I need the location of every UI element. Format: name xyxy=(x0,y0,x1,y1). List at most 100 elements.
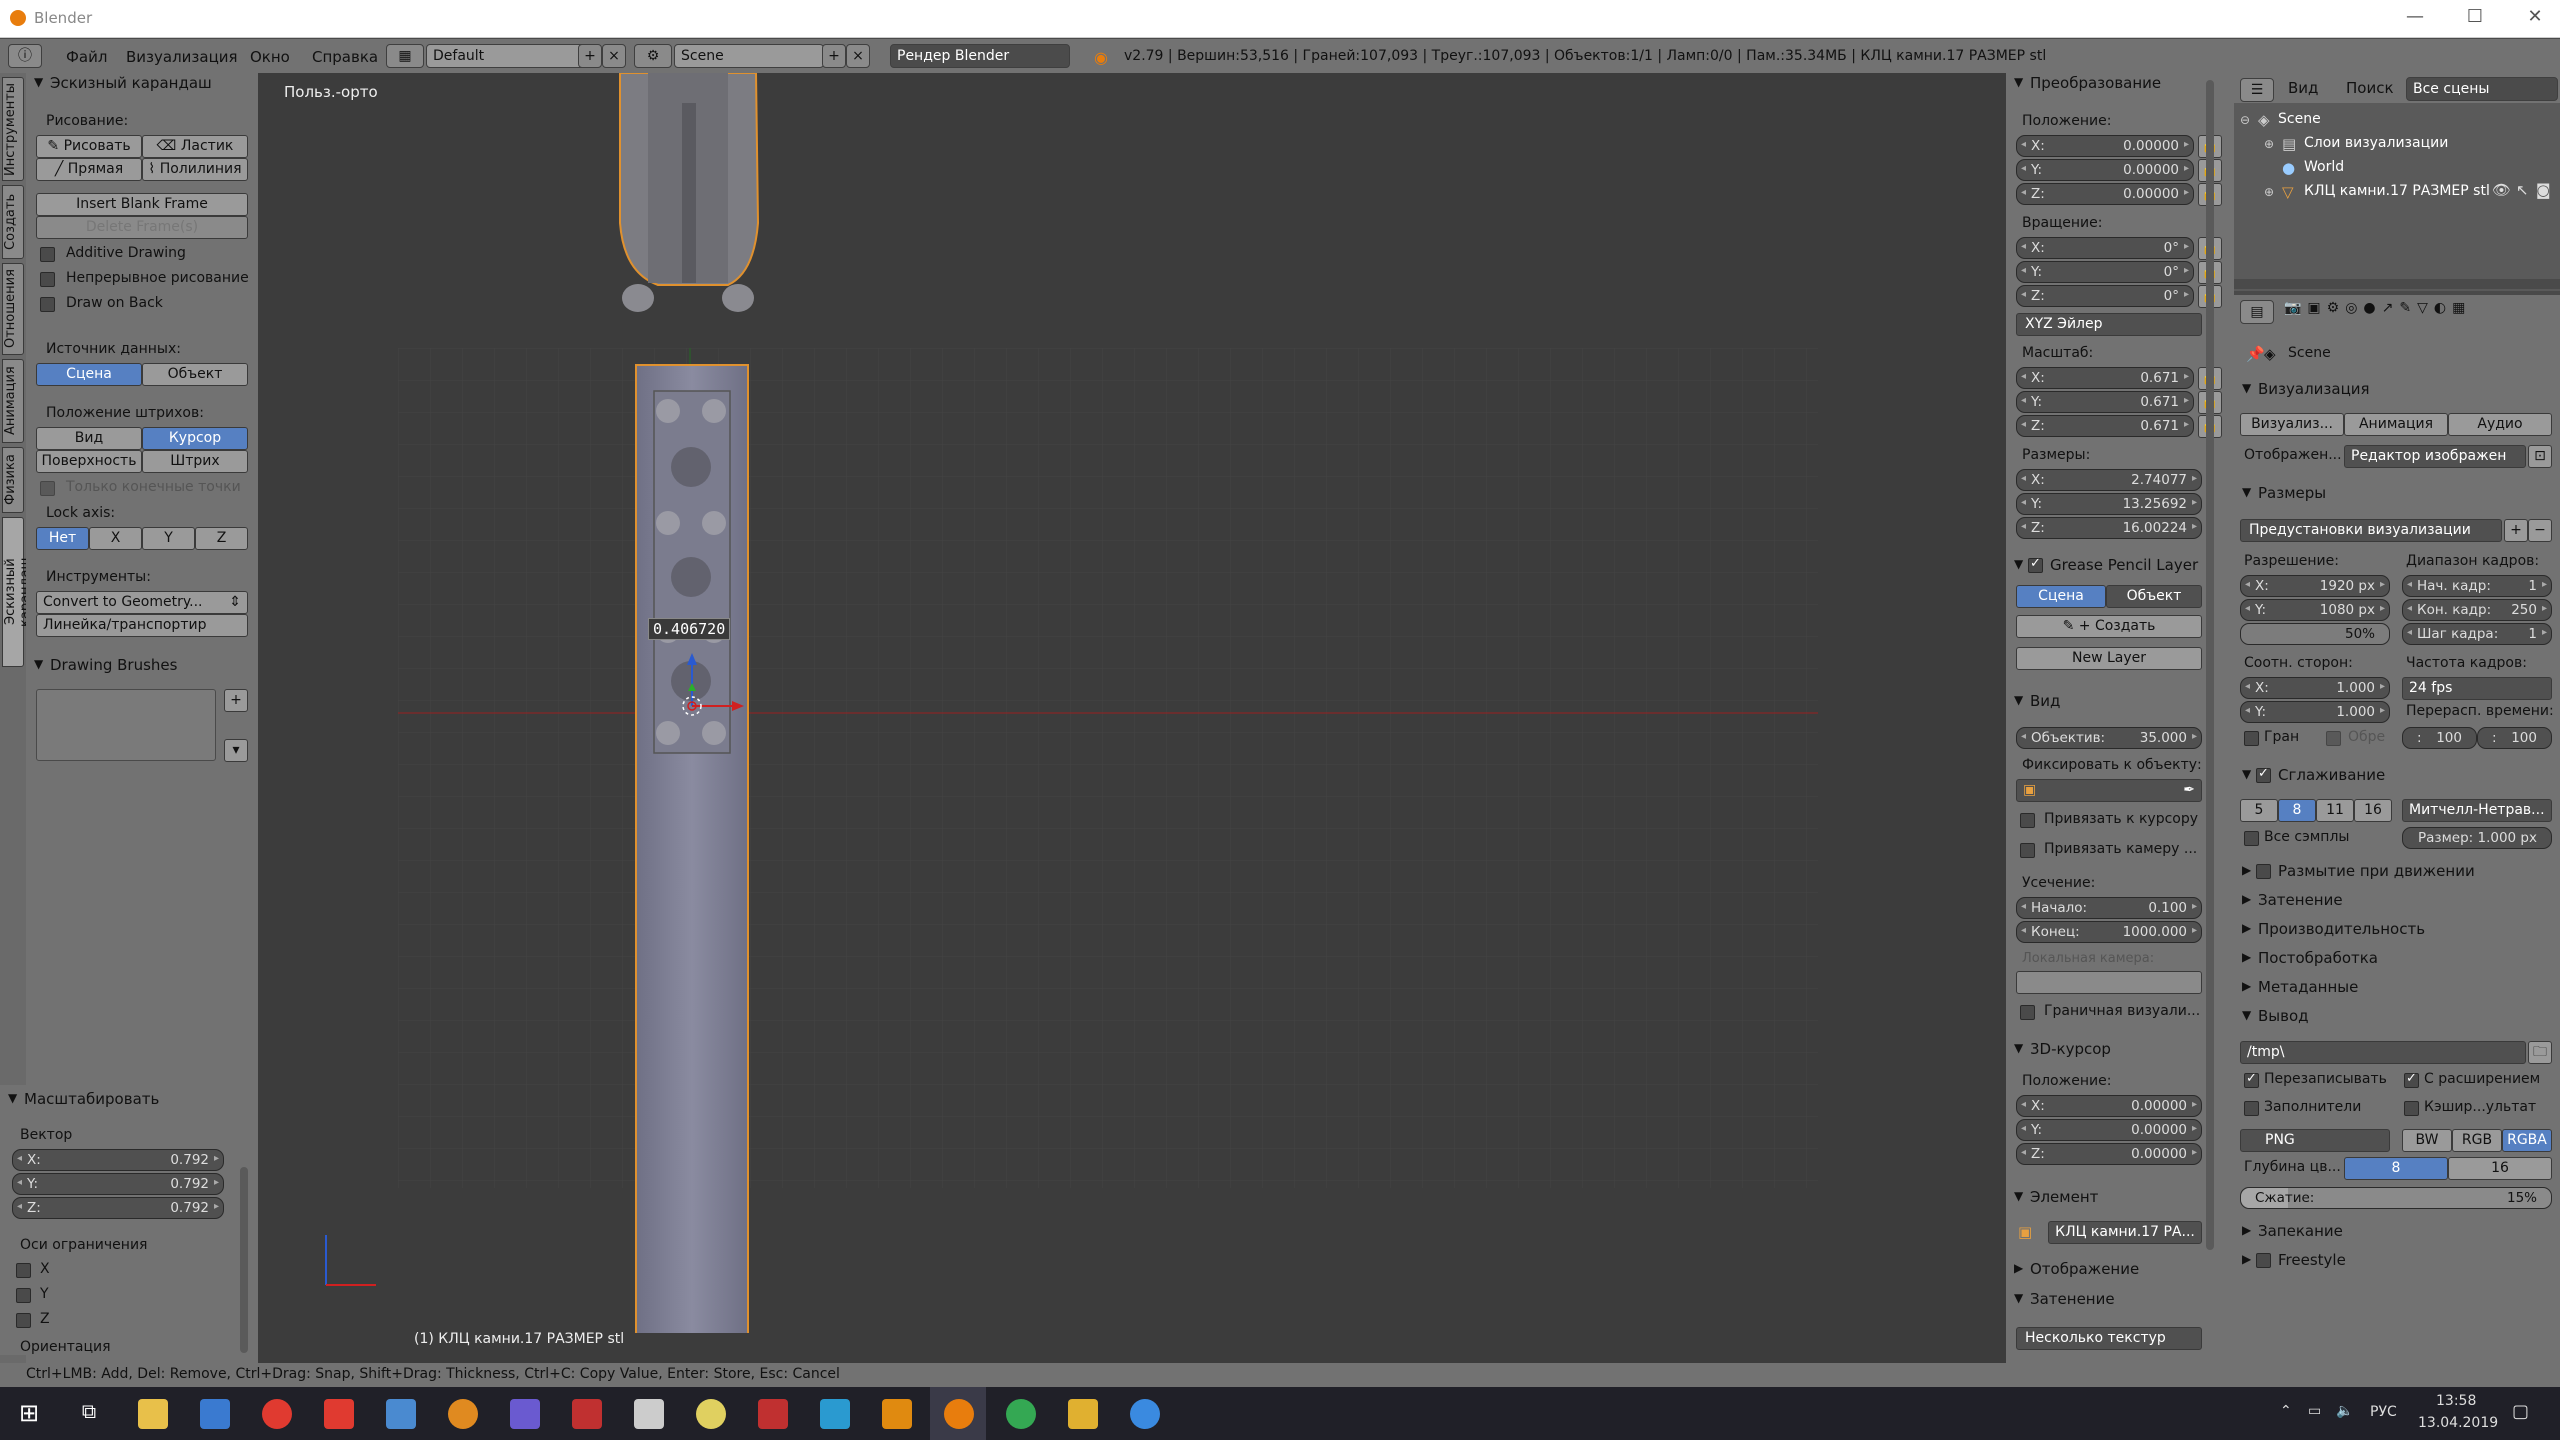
rotation-z-field[interactable]: ◂ Z: 0° ▸ xyxy=(2016,285,2194,307)
add-layout-icon[interactable]: + xyxy=(578,44,602,68)
compression-slider[interactable]: Сжатие: 15% xyxy=(2240,1187,2552,1209)
aspect-y-field[interactable]: ◂ Y: 1.000 ▸ xyxy=(2240,701,2390,723)
transform-panel-header[interactable]: ▼ Преобразование xyxy=(2006,73,2206,95)
tab-physics[interactable]: Физика xyxy=(2,447,24,513)
frame-end-field[interactable]: ◂ Кон. кадр: 250 ▸ xyxy=(2402,599,2552,621)
scale-operator-header[interactable]: ▼ Масштабировать xyxy=(0,1089,232,1111)
lock-interface-icon[interactable]: ⊡ xyxy=(2528,445,2552,468)
color-depth-16-button[interactable]: 16 xyxy=(2448,1157,2552,1180)
shading-mode-dropdown[interactable]: Несколько текстур xyxy=(2016,1327,2202,1350)
lock-axis-y-button[interactable]: Y xyxy=(142,527,195,550)
language-indicator[interactable]: РУС xyxy=(2370,1404,2397,1420)
outliner-hscrollbar[interactable] xyxy=(2234,279,2560,289)
app-icon[interactable] xyxy=(448,1399,478,1429)
file-extensions-checkbox[interactable] xyxy=(2404,1071,2419,1088)
line-button[interactable]: ╱ Прямая xyxy=(36,158,142,181)
all-samples-checkbox[interactable] xyxy=(2244,831,2259,846)
motion-blur-panel-header[interactable]: ▶ Размытие при движении xyxy=(2234,861,2560,883)
output-panel-header[interactable]: ▼ Вывод xyxy=(2234,1006,2560,1028)
clip-end-field[interactable]: ◂ Конец: 1000.000 ▸ xyxy=(2016,921,2202,943)
menu-help[interactable]: Справка xyxy=(312,48,378,66)
additive-drawing-checkbox[interactable] xyxy=(40,247,55,262)
render-panel-header[interactable]: ▼ Визуализация xyxy=(2234,379,2560,401)
placeholders-checkbox[interactable] xyxy=(2244,1101,2259,1116)
resolution-x-field[interactable]: ◂ X: 1920 px ▸ xyxy=(2240,575,2390,597)
render-animation-button[interactable]: Анимация xyxy=(2344,413,2448,436)
aa-samples-16-button[interactable]: 16 xyxy=(2354,799,2392,822)
3d-viewport[interactable]: Польз.-орто 0.406720 (1) КЛЦ камни.17 РА… xyxy=(258,73,2006,1363)
grease-pencil-layer-header[interactable]: ▼Grease Pencil Layer xyxy=(2006,555,2206,577)
convert-to-geometry-dropdown[interactable]: Convert to Geometry... ⇕ xyxy=(36,591,248,614)
resolution-percentage-slider[interactable]: 50% xyxy=(2240,623,2390,645)
view-panel-header[interactable]: ▼ Вид xyxy=(2006,691,2206,713)
location-y-field[interactable]: ◂ Y: 0.00000 ▸ xyxy=(2016,159,2194,181)
border-checkbox[interactable] xyxy=(2244,731,2259,746)
menu-file[interactable]: Файл xyxy=(66,48,107,66)
add-scene-icon[interactable]: + xyxy=(822,44,846,68)
remove-scene-icon[interactable]: × xyxy=(846,44,870,68)
render-image-button[interactable]: Визуализ... xyxy=(2240,413,2344,436)
outliner-world[interactable]: World xyxy=(2304,159,2344,175)
dimension-y-field[interactable]: ◂ Y: 13.25692 ▸ xyxy=(2016,493,2202,515)
file-browser-icon[interactable]: 🗀 xyxy=(2528,1041,2552,1064)
source-scene-button[interactable]: Сцена xyxy=(36,363,142,386)
outliner-editor-icon[interactable]: ☰ xyxy=(2240,78,2274,102)
drawing-brushes-header[interactable]: ▼ Drawing Brushes xyxy=(26,655,258,677)
polyline-button[interactable]: ⌇ Полилиния xyxy=(142,158,248,181)
time-remap-old-field[interactable]: :100 xyxy=(2402,727,2477,749)
rotation-mode-dropdown[interactable]: XYZ Эйлер xyxy=(2016,313,2202,336)
properties-editor-icon[interactable]: ▤ xyxy=(2240,300,2274,324)
shading-panel-header[interactable]: ▼ Затенение xyxy=(2006,1289,2206,1311)
ruler-protractor-button[interactable]: Линейка/транспортир xyxy=(36,614,248,637)
transform-manipulator-widget[interactable] xyxy=(668,643,748,743)
tab-relations[interactable]: Отношения xyxy=(2,263,24,355)
outliner-object[interactable]: КЛЦ камни.17 РАЗМЕР stl xyxy=(2304,183,2490,199)
dimension-z-field[interactable]: ◂ Z: 16.00224 ▸ xyxy=(2016,517,2202,539)
grease-pencil-panel-header[interactable]: ▼ Эскизный карандаш xyxy=(26,73,258,95)
gp-object-button[interactable]: Объект xyxy=(2106,585,2202,608)
color-bw-button[interactable]: BW xyxy=(2402,1129,2452,1152)
app-icon[interactable] xyxy=(200,1399,230,1429)
add-preset-icon[interactable]: + xyxy=(2504,519,2528,542)
gp-scene-button[interactable]: Сцена xyxy=(2016,585,2106,608)
adobe-illustrator-icon[interactable] xyxy=(882,1399,912,1429)
file-format-dropdown[interactable]: PNG xyxy=(2240,1129,2390,1152)
cache-result-checkbox[interactable] xyxy=(2404,1101,2419,1116)
dimensions-panel-header[interactable]: ▼ Размеры xyxy=(2234,483,2560,505)
shading-panel-header[interactable]: ▶ Затенение xyxy=(2234,890,2560,912)
crop-checkbox[interactable] xyxy=(2326,731,2341,746)
scale-z-field[interactable]: ◂ Z: 0.792 ▸ xyxy=(12,1197,224,1219)
brush-menu-icon[interactable]: ▾ xyxy=(224,739,248,762)
antialiasing-checkbox[interactable] xyxy=(2256,766,2271,783)
app-icon[interactable] xyxy=(1068,1399,1098,1429)
tray-arrow-icon[interactable]: ⌃ xyxy=(2280,1403,2292,1419)
constraint-z-checkbox[interactable] xyxy=(16,1313,31,1328)
outliner-scene[interactable]: Scene xyxy=(2278,111,2321,127)
scale-x-field[interactable]: ◂ X: 0.792 ▸ xyxy=(12,1149,224,1171)
constraint-y-checkbox[interactable] xyxy=(16,1288,31,1303)
tab-create[interactable]: Создать xyxy=(2,185,24,259)
app-icon[interactable] xyxy=(820,1399,850,1429)
location-z-field[interactable]: ◂ Z: 0.00000 ▸ xyxy=(2016,183,2194,205)
draw-button[interactable]: ✎ Рисовать xyxy=(36,135,142,158)
grease-pencil-layer-checkbox[interactable] xyxy=(2028,556,2043,573)
item-panel-header[interactable]: ▼ Элемент xyxy=(2006,1187,2206,1209)
local-camera-field[interactable] xyxy=(2016,971,2202,994)
lock-axis-x-button[interactable]: X xyxy=(89,527,142,550)
scale-x-field[interactable]: ◂ X: 0.671 ▸ xyxy=(2016,367,2194,389)
menu-window[interactable]: Окно xyxy=(250,48,290,66)
motion-blur-checkbox[interactable] xyxy=(2256,864,2271,879)
renderable-camera-icon[interactable]: ◙ xyxy=(2536,181,2551,199)
lens-field[interactable]: ◂ Объектив: 35.000 ▸ xyxy=(2016,727,2202,749)
app-icon[interactable] xyxy=(1130,1399,1160,1429)
notifications-icon[interactable]: ▢ xyxy=(2512,1401,2529,1422)
lock-to-object-field[interactable]: ▣ ✒ xyxy=(2016,779,2202,802)
aa-samples-11-button[interactable]: 11 xyxy=(2316,799,2354,822)
source-object-button[interactable]: Объект xyxy=(142,363,248,386)
app-icon[interactable] xyxy=(386,1399,416,1429)
tab-animation[interactable]: Анимация xyxy=(2,359,24,443)
cursor-x-field[interactable]: ◂ X: 0.00000 ▸ xyxy=(2016,1095,2202,1117)
scene-selector-icon[interactable]: ⚙ xyxy=(634,44,672,68)
volume-icon[interactable]: 🔈 xyxy=(2336,1403,2353,1419)
clock-date[interactable]: 13.04.2019 xyxy=(2418,1415,2498,1431)
